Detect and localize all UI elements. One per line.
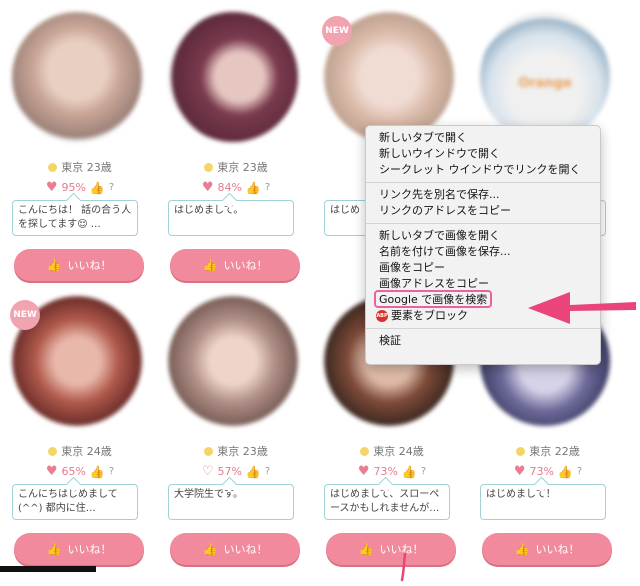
new-badge: NEW [322, 16, 352, 46]
menu-item-open-incognito[interactable]: シークレット ウインドウでリンクを開く [366, 162, 600, 178]
heart-icon: ♥ [357, 464, 370, 479]
heart-icon: ♥ [201, 180, 214, 195]
like-button[interactable]: 👍 いいね！ [14, 533, 144, 565]
like-button[interactable]: 👍 いいね！ [14, 249, 144, 281]
menu-item-copy-image[interactable]: 画像をコピー [366, 260, 600, 276]
menu-item-label: 要素をブロック [391, 309, 468, 322]
location-age: 東京 23歳 [61, 161, 112, 174]
online-dot-icon [516, 446, 526, 456]
question-mark: ? [108, 182, 115, 193]
menu-item-save-image-as[interactable]: 名前を付けて画像を保存... [366, 244, 600, 260]
thumbs-up-icon: 👍 [514, 542, 530, 556]
thumbs-up-icon: 👍 [245, 464, 261, 479]
location-age: 東京 22歳 [529, 445, 580, 458]
question-mark: ? [576, 466, 583, 477]
shirt-text: Orange [518, 76, 572, 91]
online-dot-icon [48, 446, 58, 456]
thumbs-up-icon: 👍 [401, 464, 417, 479]
menu-item-open-new-tab[interactable]: 新しいタブで開く [366, 130, 600, 146]
highlight-box [374, 290, 492, 308]
heart-icon: ♡ [201, 464, 214, 479]
like-button-label: いいね！ [223, 260, 268, 272]
like-button-label: いいね！ [535, 544, 580, 556]
like-button[interactable]: 👍 いいね！ [482, 533, 612, 565]
menu-item-inspect[interactable]: 検証 [366, 333, 600, 349]
thumbs-up-icon: 👍 [46, 542, 62, 556]
thumbs-up-icon: 👍 [89, 464, 105, 479]
online-dot-icon [204, 162, 214, 172]
message-bubble: こんにちは！ 話の合う人を探してます😌 … [12, 200, 138, 236]
avatar[interactable] [12, 12, 142, 142]
menu-item-copy-link-address[interactable]: リンクのアドレスをコピー [366, 203, 600, 219]
menu-item-save-link-as[interactable]: リンク先を別名で保存... [366, 187, 600, 203]
black-bar [0, 566, 96, 572]
message-bubble: 大学院生です。 [168, 484, 294, 520]
like-button-label: いいね！ [67, 544, 112, 556]
like-button[interactable]: 👍 いいね！ [170, 249, 300, 281]
like-button[interactable]: 👍 いいね！ [326, 533, 456, 565]
thumbs-up-icon: 👍 [46, 258, 62, 272]
menu-item-open-new-window[interactable]: 新しいウインドウで開く [366, 146, 600, 162]
question-mark: ? [420, 466, 427, 477]
annotation-arrow-icon [528, 292, 636, 324]
thumbs-up-icon: 👍 [202, 542, 218, 556]
pen-mark-icon [400, 552, 407, 582]
heart-icon: ♥ [45, 464, 58, 479]
avatar[interactable]: Orange [480, 12, 610, 142]
message-bubble: こんにちはじめまして(^^) 都内に住… [12, 484, 138, 520]
message-bubble: はじめまして！ [480, 484, 606, 520]
heart-icon: ♥ [513, 464, 526, 479]
location-age: 東京 23歳 [217, 161, 268, 174]
new-badge: NEW [10, 300, 40, 330]
location-age: 東京 24歳 [373, 445, 424, 458]
question-mark: ? [264, 466, 271, 477]
message-bubble: はじめまして。 [168, 200, 294, 236]
thumbs-up-icon: 👍 [202, 258, 218, 272]
thumbs-up-icon: 👍 [358, 542, 374, 556]
thumbs-up-icon: 👍 [89, 180, 105, 195]
avatar[interactable] [168, 12, 298, 142]
menu-item-open-image-new-tab[interactable]: 新しいタブで画像を開く [366, 228, 600, 244]
like-button-label: いいね！ [223, 544, 268, 556]
adblock-plus-icon: ABP [376, 310, 388, 322]
thumbs-up-icon: 👍 [245, 180, 261, 195]
thumbs-up-icon: 👍 [557, 464, 573, 479]
question-mark: ? [264, 182, 271, 193]
question-mark: ? [108, 466, 115, 477]
menu-separator [366, 223, 600, 224]
online-dot-icon [48, 162, 58, 172]
like-button[interactable]: 👍 いいね！ [170, 533, 300, 565]
like-button-label: いいね！ [67, 260, 112, 272]
location-age: 東京 24歳 [61, 445, 112, 458]
heart-icon: ♥ [45, 180, 58, 195]
avatar[interactable] [168, 296, 298, 426]
online-dot-icon [204, 446, 214, 456]
location-age: 東京 23歳 [217, 445, 268, 458]
online-dot-icon [360, 446, 370, 456]
menu-separator [366, 182, 600, 183]
message-bubble: はじめまして、スローペースかもしれませんが… [324, 484, 450, 520]
